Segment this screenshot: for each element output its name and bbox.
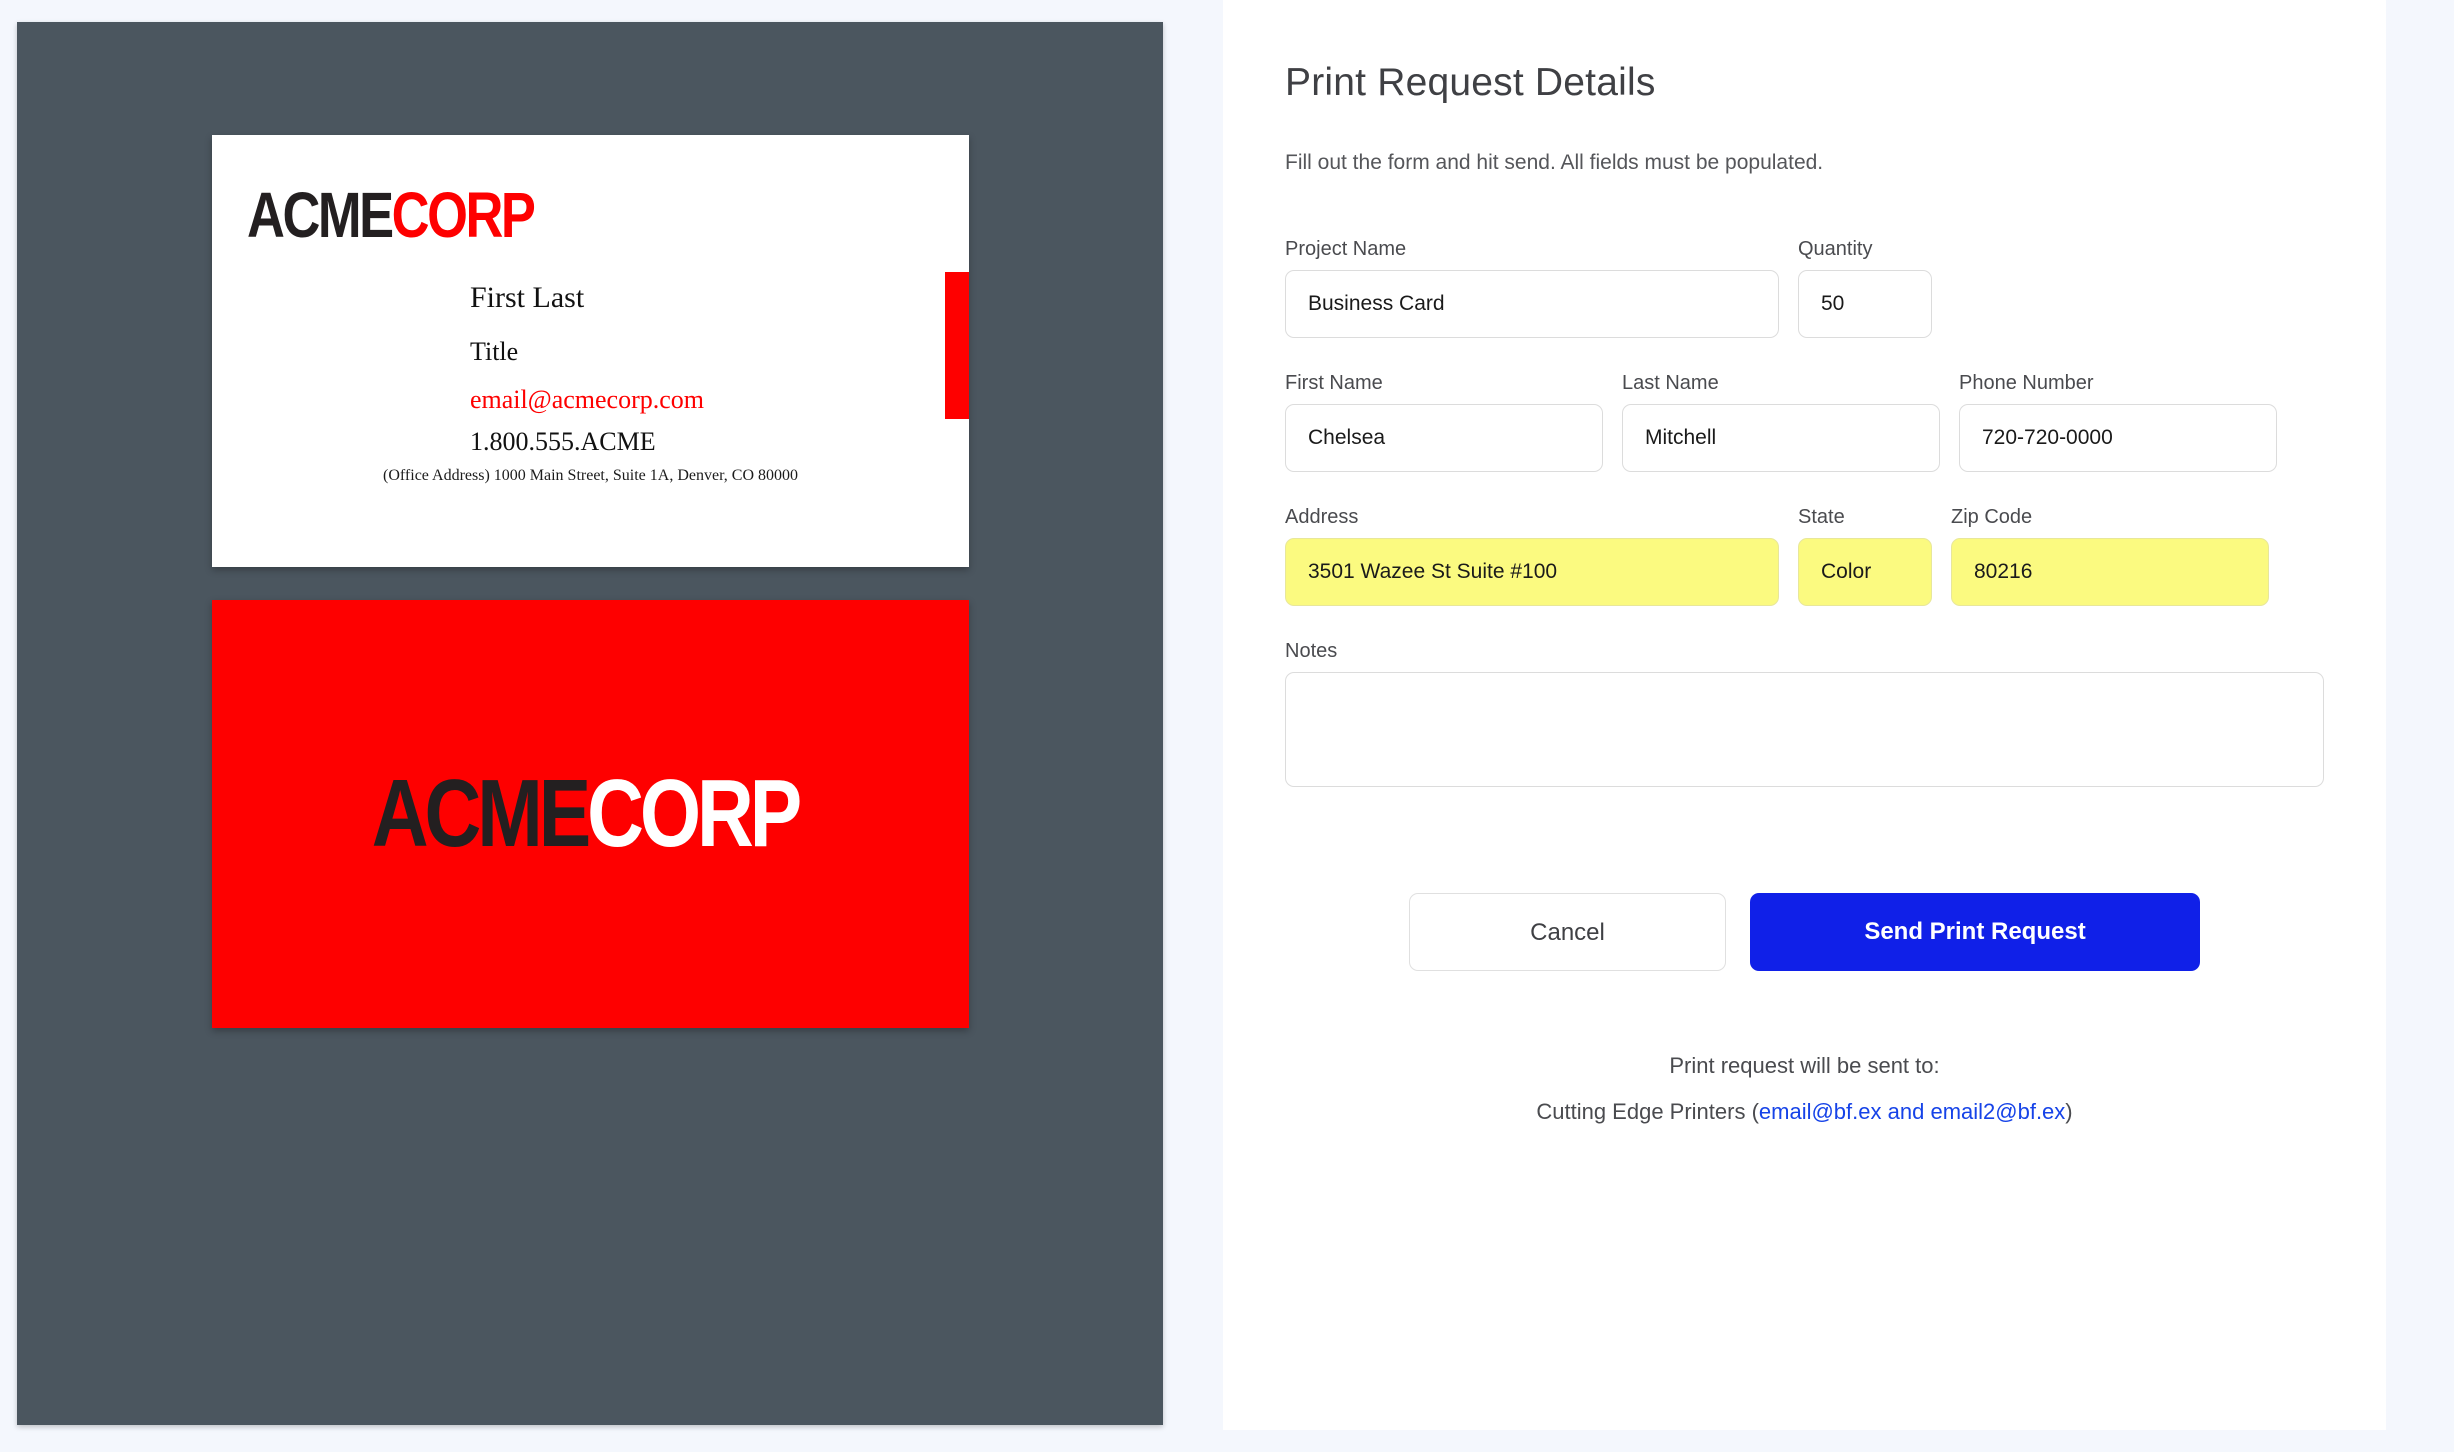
field-group-last-name: Last Name <box>1622 372 1940 473</box>
last-name-label: Last Name <box>1622 372 1719 395</box>
form-row-notes: Notes <box>1285 640 2324 788</box>
business-card-front: ACMECORP First Last Title email@acmecorp… <box>212 135 969 567</box>
form-content: Print Request Details Fill out the form … <box>1223 61 2386 1129</box>
form-row-project: Project Name Quantity <box>1285 238 2324 339</box>
state-input[interactable] <box>1798 538 1932 607</box>
card-front-logo: ACMECORP <box>247 183 536 247</box>
field-group-state: State <box>1798 506 1932 607</box>
field-group-phone-number: Phone Number <box>1959 372 2277 473</box>
zip-code-input[interactable] <box>1951 538 2269 607</box>
recipient-email-1-link[interactable]: email@bf.ex <box>1759 1099 1882 1124</box>
footer-recipient-prefix: Cutting Edge Printers ( <box>1536 1099 1759 1125</box>
card-contact-phone: 1.800.555.ACME <box>470 427 656 456</box>
first-name-label: First Name <box>1285 372 1383 395</box>
footer-email-joiner: and <box>1881 1099 1931 1125</box>
footer-sent-to-label: Print request will be sent to: <box>1669 1053 1940 1079</box>
card-contact-name: First Last <box>470 281 585 314</box>
notes-label: Notes <box>1285 640 1338 663</box>
business-card-back: ACMECORP <box>212 600 969 1028</box>
field-group-first-name: First Name <box>1285 372 1603 473</box>
footer-recipient-line: Cutting Edge Printers (email@bf.ex and e… <box>1285 1095 2324 1129</box>
last-name-input[interactable] <box>1622 404 1940 473</box>
first-name-input[interactable] <box>1285 404 1603 473</box>
card-office-address: (Office Address) 1000 Main Street, Suite… <box>383 467 798 484</box>
notes-textarea[interactable] <box>1285 672 2324 788</box>
form-footer: Print request will be sent to: Cutting E… <box>1285 1049 2324 1129</box>
form-row-address: Address State Zip Code <box>1285 506 2324 607</box>
form-row-name-phone: First Name Last Name Phone Number <box>1285 372 2324 473</box>
card-red-accent-bar <box>945 272 969 419</box>
card-front-contact-block: First Last Title email@acmecorp.com 1.80… <box>470 283 704 455</box>
footer-recipient-suffix: ) <box>2065 1099 2073 1125</box>
field-group-quantity: Quantity <box>1798 238 1932 339</box>
project-name-label: Project Name <box>1285 238 1407 261</box>
send-print-request-button[interactable]: Send Print Request <box>1750 893 2200 972</box>
phone-number-label: Phone Number <box>1959 372 2094 395</box>
card-contact-title: Title <box>470 337 519 366</box>
logo-text-acme: ACME <box>247 179 394 251</box>
phone-number-input[interactable] <box>1959 404 2277 473</box>
state-label: State <box>1798 506 1845 529</box>
form-instructions: Fill out the form and hit send. All fiel… <box>1285 150 1824 174</box>
field-group-address: Address <box>1285 506 1779 607</box>
app-root: ACMECORP First Last Title email@acmecorp… <box>0 0 2454 1452</box>
address-label: Address <box>1285 506 1359 529</box>
logo-back-text-acme: ACME <box>372 760 591 867</box>
field-group-zip-code: Zip Code <box>1951 506 2269 607</box>
card-preview-panel: ACMECORP First Last Title email@acmecorp… <box>17 22 1163 1425</box>
quantity-label: Quantity <box>1798 238 1873 261</box>
card-contact-email: email@acmecorp.com <box>470 385 704 414</box>
print-request-form-panel: Print Request Details Fill out the form … <box>1223 0 2386 1430</box>
card-back-logo: ACMECORP <box>372 766 803 862</box>
page-title: Print Request Details <box>1285 61 1656 104</box>
field-group-notes: Notes <box>1285 640 2324 788</box>
field-group-project-name: Project Name <box>1285 238 1779 339</box>
address-input[interactable] <box>1285 538 1779 607</box>
project-name-input[interactable] <box>1285 270 1779 339</box>
logo-back-text-corp: CORP <box>587 760 803 867</box>
zip-code-label: Zip Code <box>1951 506 2033 529</box>
quantity-input[interactable] <box>1798 270 1932 339</box>
form-action-buttons: Cancel Send Print Request <box>1285 893 2324 972</box>
recipient-email-2-link[interactable]: email2@bf.ex <box>1930 1099 2065 1124</box>
logo-text-corp: CORP <box>391 179 536 251</box>
cancel-button[interactable]: Cancel <box>1409 893 1726 972</box>
